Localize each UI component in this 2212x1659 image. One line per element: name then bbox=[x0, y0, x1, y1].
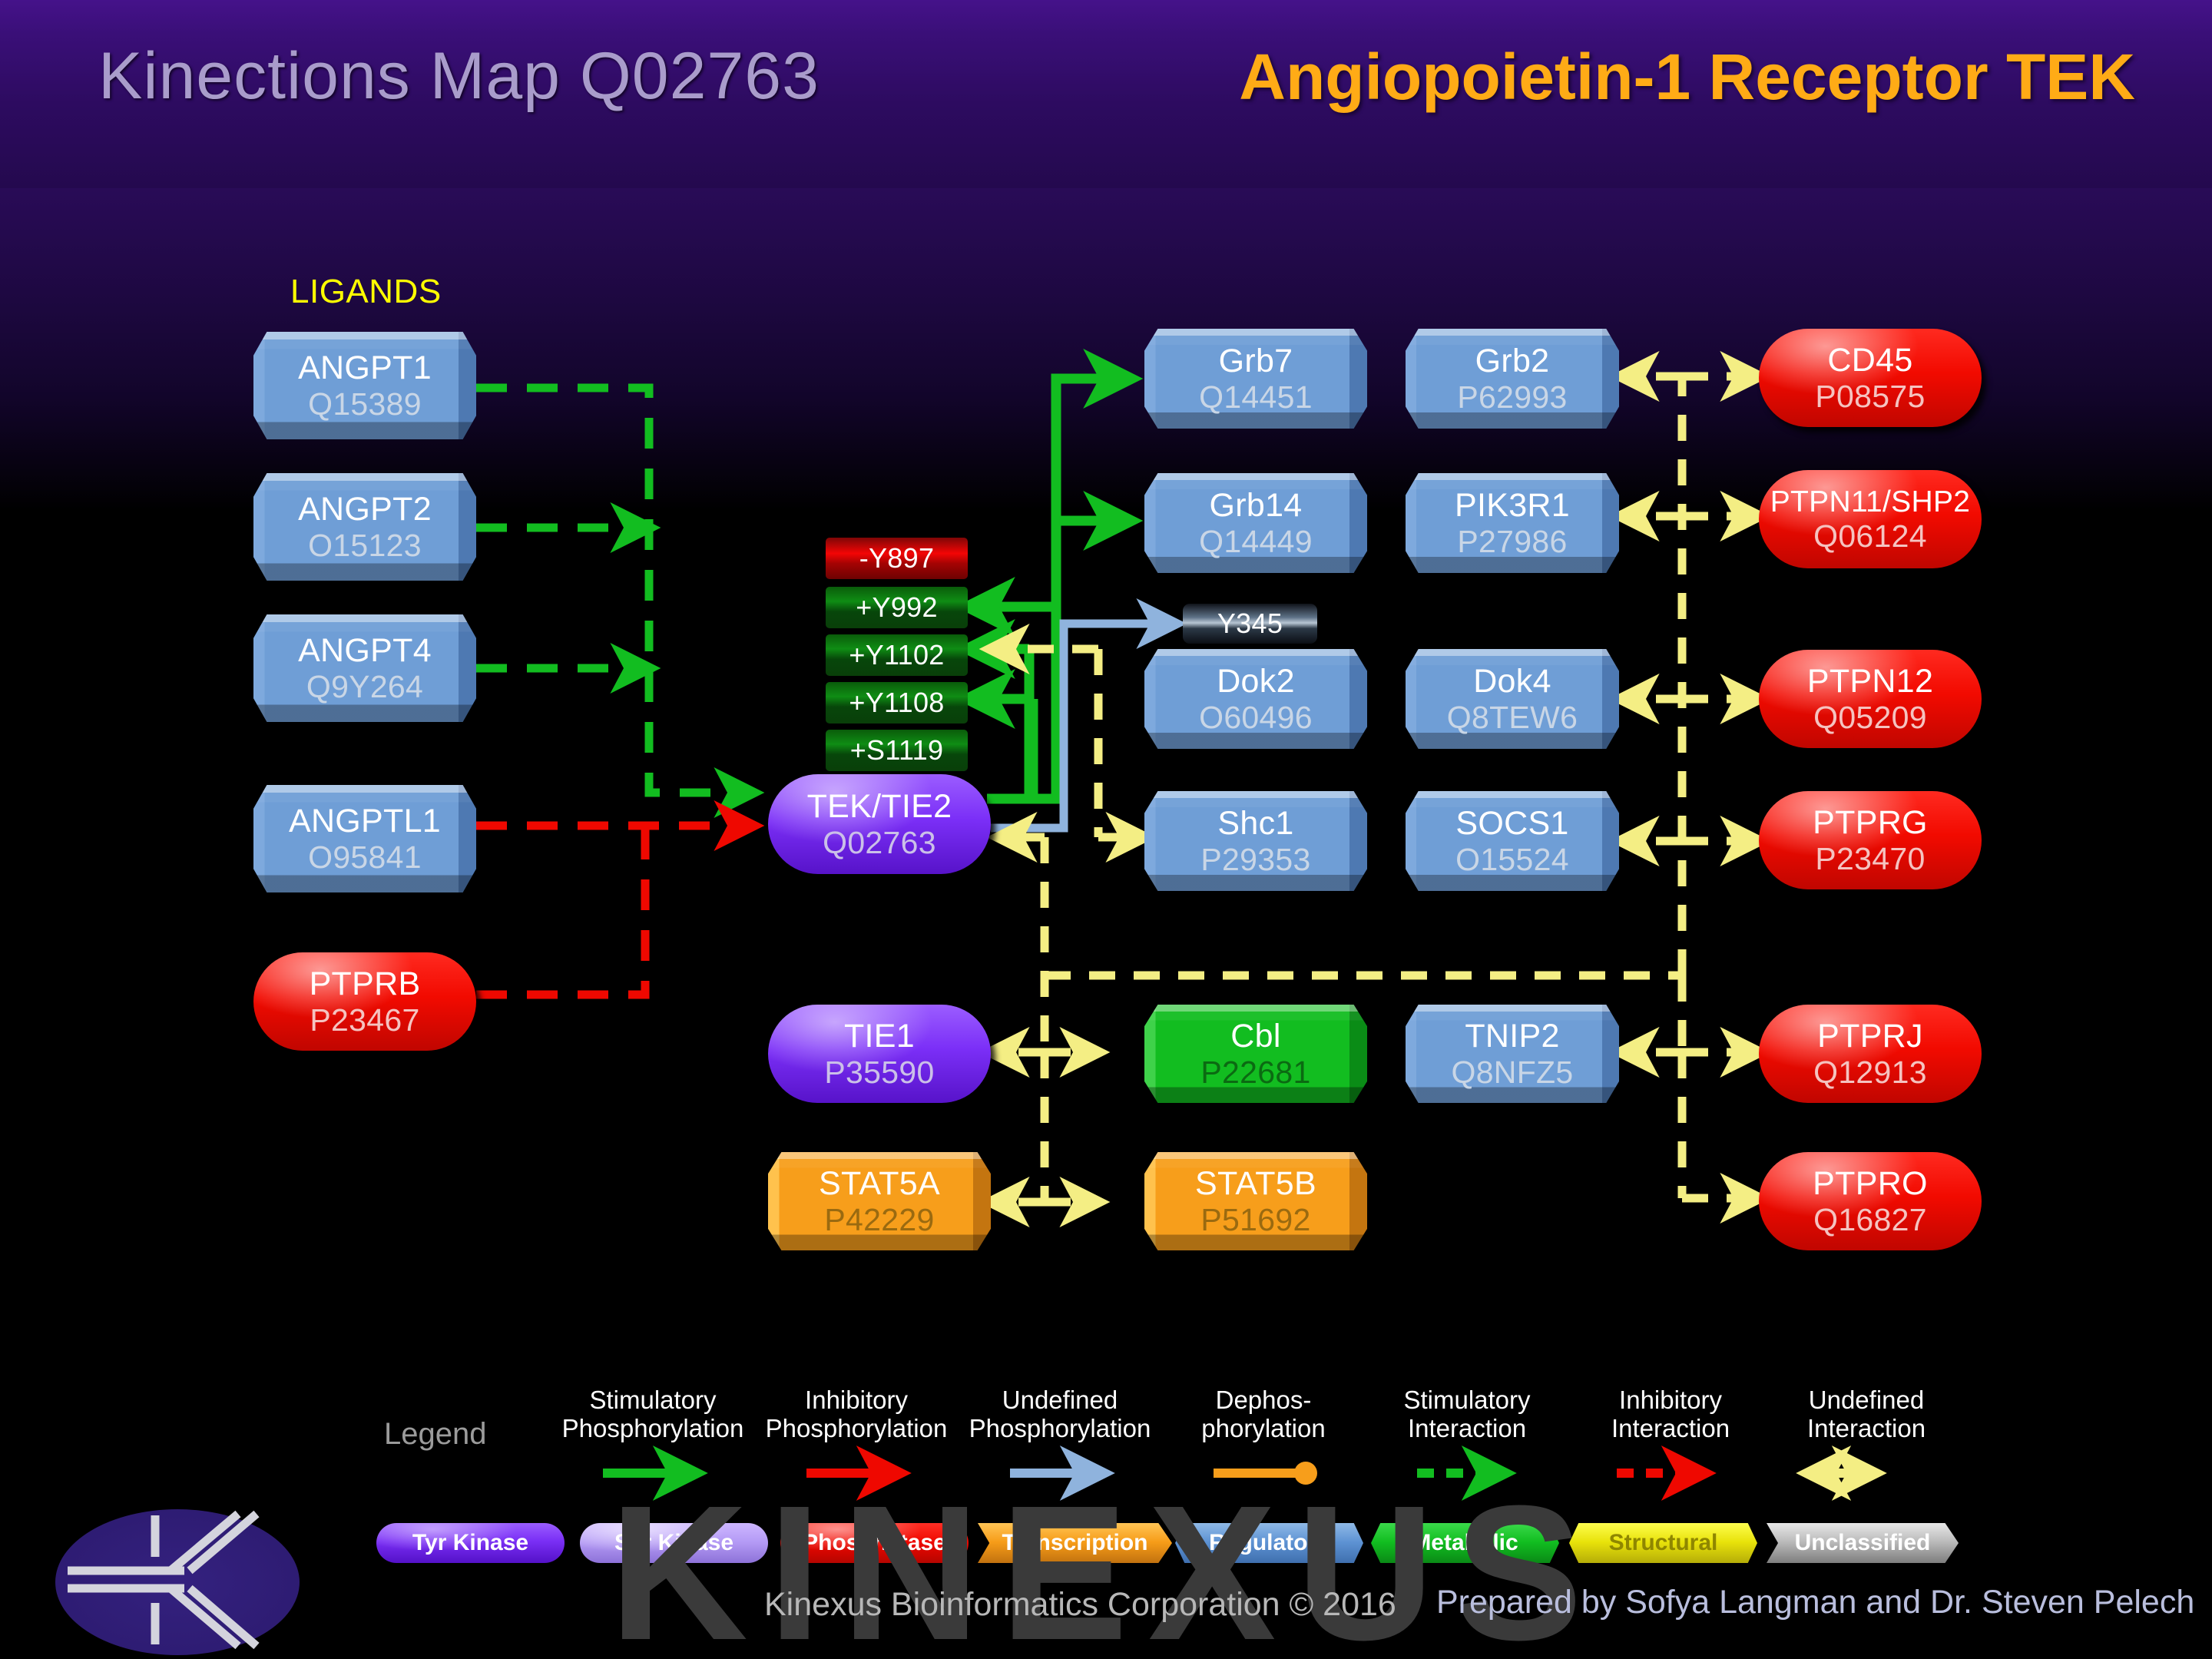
legend-dephospho-terminus bbox=[1294, 1462, 1317, 1485]
kinections-map-canvas: Kinections Map Q02763 Angiopoietin-1 Rec… bbox=[0, 0, 2212, 1659]
kinexus-watermark: KINEXUS bbox=[609, 1486, 1603, 1659]
copyright-text: Kinexus Bioinformatics Corporation © 201… bbox=[764, 1586, 1396, 1623]
credit-text: Prepared by Sofya Langman and Dr. Steven… bbox=[1436, 1584, 2195, 1621]
legend-arrow-samples bbox=[603, 1445, 1887, 1501]
kinexus-logo bbox=[55, 1509, 300, 1655]
